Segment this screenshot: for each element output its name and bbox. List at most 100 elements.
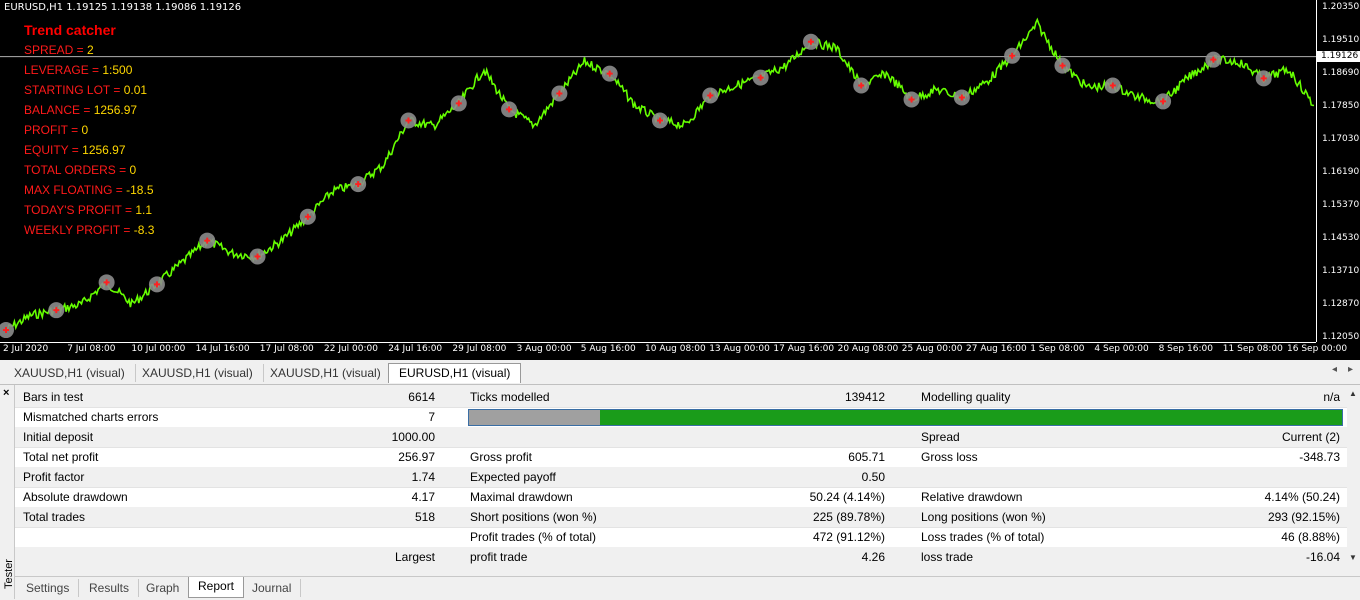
stat-value: 1:500 — [102, 63, 133, 77]
report-row: Bars in test 6614 Ticks modelled 139412 Mode… — [15, 387, 1347, 408]
stat-row: TOTAL ORDERS = 0 — [24, 160, 154, 180]
stat-key: EQUITY = — [24, 143, 83, 157]
scroll-up-icon[interactable]: ▲ — [1349, 389, 1357, 398]
tab-report[interactable]: Report — [188, 577, 245, 598]
report-cell: 7 — [428, 410, 435, 424]
tab-scroll-left-icon[interactable]: ◂ — [1332, 364, 1337, 375]
report-cell — [470, 427, 770, 447]
report-cell — [1135, 467, 1340, 487]
report-cell: 6614 — [408, 390, 435, 404]
time-tick-label: 17 Aug 16:00 — [773, 344, 835, 354]
stat-key: BALANCE = — [24, 103, 94, 117]
time-tick-label: 27 Aug 16:00 — [966, 344, 1027, 354]
quality-bar-unfilled — [469, 410, 600, 425]
report-row: Absolute drawdown 4.17 Maximal drawdown 50.… — [15, 487, 1347, 508]
tab-results[interactable]: Results — [80, 579, 140, 597]
price-tick-label: 1.13710 — [1322, 266, 1360, 276]
stat-value: 0 — [81, 123, 89, 137]
chart-canvas[interactable] — [0, 0, 1316, 342]
price-tick-label: 1.18690 — [1322, 68, 1360, 78]
report-cell: Mismatched charts errors — [23, 410, 159, 424]
report-cell: Profit factor — [23, 470, 85, 484]
report-cell: Initial deposit — [23, 430, 94, 444]
report-cell: 605.71 — [848, 450, 885, 464]
stat-key: MAX FLOATING = — [24, 183, 127, 197]
report-cell: n/a — [1323, 390, 1340, 404]
report-cell: Absolute drawdown — [23, 490, 128, 504]
price-tick-label: 1.19510 — [1322, 35, 1360, 45]
stat-value: 0 — [129, 163, 137, 177]
time-tick-label: 29 Jul 08:00 — [452, 344, 507, 354]
stat-row: STARTING LOT = 0.01 — [24, 80, 154, 100]
scroll-down-icon[interactable]: ▼ — [1349, 553, 1357, 562]
tab-xauusd-3[interactable]: XAUUSD,H1 (visual) — [260, 364, 392, 382]
stat-key: LEVERAGE = — [24, 63, 103, 77]
report-cell: 50.24 (4.14%) — [809, 490, 885, 504]
stat-row: MAX FLOATING = -18.5 — [24, 180, 154, 200]
report-cell: -348.73 — [1299, 450, 1340, 464]
report-cell: 139412 — [844, 390, 885, 404]
report-cell: 225 (89.78%) — [812, 510, 885, 524]
report-cell: Ticks modelled — [470, 390, 550, 404]
stat-row: PROFIT = 0 — [24, 120, 154, 140]
report-row: Total trades 518 Short positions (won %) 22… — [15, 507, 1347, 528]
report-cell: Total trades — [23, 510, 86, 524]
time-tick-label: 14 Jul 16:00 — [195, 344, 250, 354]
price-tick-label: 1.15370 — [1322, 200, 1360, 210]
chart-tabs-bar: XAUUSD,H1 (visual) XAUUSD,H1 (visual) XA… — [0, 362, 1360, 385]
stat-value: -18.5 — [126, 183, 154, 197]
tab-scroll-right-icon[interactable]: ▸ — [1348, 364, 1353, 375]
stat-value: 0.01 — [123, 83, 148, 97]
report-scrollbar[interactable]: ▲ ▼ — [1347, 387, 1360, 567]
stat-value: 1.1 — [135, 203, 153, 217]
report-cell: 472 (91.12%) — [812, 530, 885, 544]
report-row: Initial deposit 1000.00 Spread Current (2) — [15, 427, 1347, 448]
report-cell: 518 — [414, 510, 435, 524]
report-cell: Bars in test — [23, 390, 84, 404]
time-tick-label: 5 Aug 16:00 — [580, 344, 636, 354]
stat-row: LEVERAGE = 1:500 — [24, 60, 154, 80]
time-tick-label: 2 Jul 2020 — [3, 344, 49, 354]
report-table: Bars in test 6614 Ticks modelled 139412 Mode… — [15, 387, 1347, 567]
tab-graph[interactable]: Graph — [137, 579, 190, 597]
report-cell: Maximal drawdown — [470, 490, 573, 504]
report-cell: Gross profit — [470, 450, 533, 464]
report-row: Mismatched charts errors 7 — [15, 407, 1347, 428]
tab-settings[interactable]: Settings — [17, 579, 80, 597]
report-cell — [735, 427, 885, 447]
time-tick-label: 17 Jul 08:00 — [259, 344, 314, 354]
time-tick-label: 4 Sep 00:00 — [1094, 344, 1149, 354]
tab-xauusd-2[interactable]: XAUUSD,H1 (visual) — [132, 364, 264, 382]
time-tick-label: 10 Aug 08:00 — [645, 344, 706, 354]
report-cell: 0.50 — [861, 470, 885, 484]
tab-eurusd[interactable]: EURUSD,H1 (visual) — [388, 363, 522, 383]
report-row: Largest profit trade 4.26 loss trade -16.04 — [15, 547, 1347, 567]
price-tick-label: 1.17850 — [1322, 101, 1360, 111]
report-cell: 1.74 — [411, 470, 435, 484]
report-cell: profit trade — [470, 550, 528, 564]
tab-journal[interactable]: Journal — [243, 579, 302, 597]
price-tick-label: 1.16190 — [1322, 167, 1360, 177]
time-tick-label: 7 Jul 08:00 — [67, 344, 116, 354]
stat-row: SPREAD = 2 — [24, 40, 154, 60]
price-chart[interactable]: EURUSD,H1 1.19125 1.19138 1.19086 1.1912… — [0, 0, 1360, 360]
chart-symbol-header: EURUSD,H1 1.19125 1.19138 1.19086 1.1912… — [4, 2, 242, 13]
stat-row: TODAY'S PROFIT = 1.1 — [24, 200, 154, 220]
tab-xauusd-1[interactable]: XAUUSD,H1 (visual) — [4, 364, 136, 382]
close-icon[interactable]: × — [3, 387, 9, 399]
price-tick-label: 1.20350 — [1322, 2, 1360, 12]
time-tick-label: 10 Jul 00:00 — [131, 344, 186, 354]
report-row: Total net profit 256.97 Gross profit 605.71… — [15, 447, 1347, 468]
report-cell: Current (2) — [1281, 430, 1340, 444]
price-series-line — [5, 17, 1315, 331]
time-tick-label: 3 Aug 00:00 — [516, 344, 572, 354]
time-tick-label: 24 Jul 16:00 — [388, 344, 443, 354]
time-tick-label: 13 Aug 00:00 — [709, 344, 770, 354]
price-tick-label: 1.14530 — [1322, 233, 1360, 243]
report-row: Profit factor 1.74 Expected payoff 0.50 — [15, 467, 1347, 488]
stat-row: WEEKLY PROFIT = -8.3 — [24, 220, 154, 240]
report-cell: Short positions (won %) — [470, 510, 597, 524]
stat-value: -8.3 — [133, 223, 155, 237]
modelling-quality-bar — [468, 409, 1343, 426]
report-cell: Total net profit — [23, 450, 99, 464]
